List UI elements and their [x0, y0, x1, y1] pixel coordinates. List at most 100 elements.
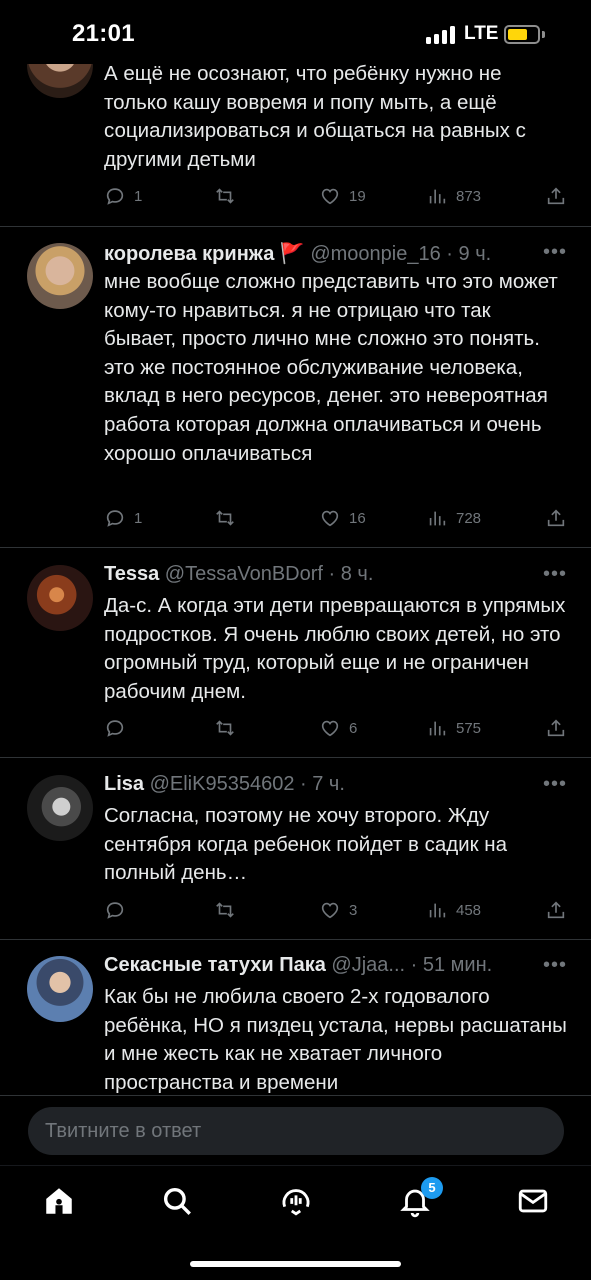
like-count: 3 — [349, 901, 358, 919]
views-button[interactable]: 575 — [426, 716, 481, 740]
spaces-icon[interactable] — [279, 1184, 313, 1218]
retweet-button[interactable] — [214, 898, 236, 922]
avatar[interactable] — [27, 956, 93, 1022]
more-icon[interactable]: ••• — [543, 954, 567, 977]
battery-icon — [504, 25, 540, 44]
reply-button[interactable] — [104, 716, 126, 740]
status-bar: 21:01 LTE — [0, 0, 591, 64]
view-count: 575 — [456, 719, 482, 737]
search-icon[interactable] — [160, 1184, 194, 1218]
like-icon — [321, 188, 339, 205]
author-handle[interactable]: @moonpie_16 — [310, 243, 440, 265]
tweet-time: · 8 ч. — [328, 563, 374, 585]
tweet[interactable]: Tessa @TessaVonBDorf · 8 ч. ••• Да-с. А … — [0, 548, 591, 758]
retweet-button[interactable] — [214, 184, 236, 208]
reply-count: 1 — [134, 509, 143, 527]
reply-button[interactable]: 1 — [104, 506, 142, 530]
share-button[interactable] — [545, 898, 567, 922]
tweet-text: мне вообще сложно представить что это мо… — [104, 270, 558, 465]
author-handle[interactable]: @TessaVonBDorf — [165, 563, 323, 585]
avatar[interactable] — [27, 775, 93, 841]
tweet-time: · 7 ч. — [300, 773, 345, 795]
tweet-header: Tessa @TessaVonBDorf · 8 ч. ••• — [104, 563, 567, 589]
tweet-text: Согласна, поэтому не хочу второго. Жду с… — [104, 804, 508, 885]
retweet-button[interactable] — [214, 506, 236, 530]
reply-button[interactable] — [104, 898, 126, 922]
home-icon[interactable] — [42, 1184, 76, 1218]
reply-input[interactable]: Твитните в ответ — [28, 1107, 564, 1155]
like-button[interactable]: 16 — [319, 506, 366, 530]
retweet-icon — [216, 188, 234, 204]
tweet-header: Секасные татухи Пака @Jjaa... · 51 мин. … — [104, 954, 567, 980]
share-button[interactable] — [545, 506, 567, 530]
tweet-actions: 1 16 728 — [104, 506, 567, 530]
network-type: LTE — [464, 23, 499, 44]
more-icon[interactable]: ••• — [543, 241, 567, 264]
author-handle[interactable]: @Jjaa... — [331, 954, 405, 976]
home-indicator — [190, 1261, 401, 1267]
avatar[interactable] — [27, 565, 93, 631]
status-time: 21:01 — [72, 20, 135, 47]
reply-icon — [106, 510, 124, 527]
share-icon — [547, 901, 565, 919]
views-button[interactable]: 458 — [426, 898, 481, 922]
tweet[interactable]: королева кринжа 🚩 @moonpie_16 · 9 ч. •••… — [0, 227, 591, 548]
view-count: 458 — [456, 901, 482, 919]
messages-icon[interactable] — [516, 1184, 550, 1218]
tweet-feed[interactable]: А ещё не осознают, что ребёнку нужно не … — [0, 0, 591, 1095]
reply-icon — [106, 188, 124, 205]
retweet-icon — [216, 902, 234, 918]
view-count: 873 — [456, 187, 482, 205]
views-button[interactable]: 873 — [426, 184, 481, 208]
retweet-icon — [216, 510, 234, 526]
views-icon — [429, 721, 446, 736]
retweet-button[interactable] — [214, 716, 236, 740]
share-icon — [547, 509, 565, 527]
like-icon — [321, 720, 339, 737]
tweet[interactable]: Секасные татухи Пака @Jjaa... · 51 мин. … — [0, 940, 591, 1095]
views-icon — [429, 903, 446, 918]
signal-icon — [426, 26, 456, 44]
share-button[interactable] — [545, 716, 567, 740]
tweet-header: королева кринжа 🚩 @moonpie_16 · 9 ч. ••• — [104, 241, 567, 267]
reply-bar: Твитните в ответ — [0, 1095, 591, 1165]
author-name[interactable]: королева кринжа 🚩 — [104, 243, 305, 265]
tweet-text: А ещё не осознают, что ребёнку нужно не … — [104, 62, 526, 171]
author-name[interactable]: Tessa — [104, 563, 159, 585]
like-count: 16 — [349, 509, 366, 527]
notifications-badge: 5 — [421, 1177, 443, 1199]
reply-count: 1 — [134, 187, 143, 205]
more-icon[interactable]: ••• — [543, 773, 567, 796]
like-button[interactable]: 6 — [319, 716, 357, 740]
more-icon[interactable]: ••• — [543, 563, 567, 586]
tweet-header: Lisa @EliK95354602 · 7 ч. ••• — [104, 773, 567, 799]
tweet-text: Да-с. А когда эти дети превращаются в уп… — [104, 594, 566, 703]
tweet-text: Как бы не любила своего 2-х годовалого р… — [104, 985, 567, 1094]
like-count: 19 — [349, 187, 366, 205]
tweet-actions: 1 19 873 — [104, 184, 567, 208]
author-name[interactable]: Секасные татухи Пака — [104, 954, 326, 976]
like-button[interactable]: 3 — [319, 898, 357, 922]
like-button[interactable]: 19 — [319, 184, 366, 208]
views-button[interactable]: 728 — [426, 506, 481, 530]
battery-tip — [542, 31, 545, 38]
tweet[interactable]: Lisa @EliK95354602 · 7 ч. ••• Согласна, … — [0, 758, 591, 940]
tweet-time: · 51 мин. — [410, 954, 493, 976]
tweet-actions: 3 458 — [104, 898, 567, 922]
tweet-time: · 9 ч. — [446, 243, 492, 265]
retweet-icon — [216, 720, 234, 736]
author-name[interactable]: Lisa — [104, 773, 144, 795]
view-count: 728 — [456, 509, 482, 527]
share-button[interactable] — [545, 184, 567, 208]
like-icon — [321, 510, 339, 527]
reply-icon — [106, 902, 124, 919]
share-icon — [547, 719, 565, 737]
avatar[interactable] — [27, 243, 93, 309]
views-icon — [429, 189, 446, 204]
reply-button[interactable]: 1 — [104, 184, 142, 208]
author-handle[interactable]: @EliK95354602 — [150, 773, 295, 795]
like-icon — [321, 902, 339, 919]
views-icon — [429, 511, 446, 526]
share-icon — [547, 187, 565, 205]
reply-icon — [106, 720, 124, 737]
